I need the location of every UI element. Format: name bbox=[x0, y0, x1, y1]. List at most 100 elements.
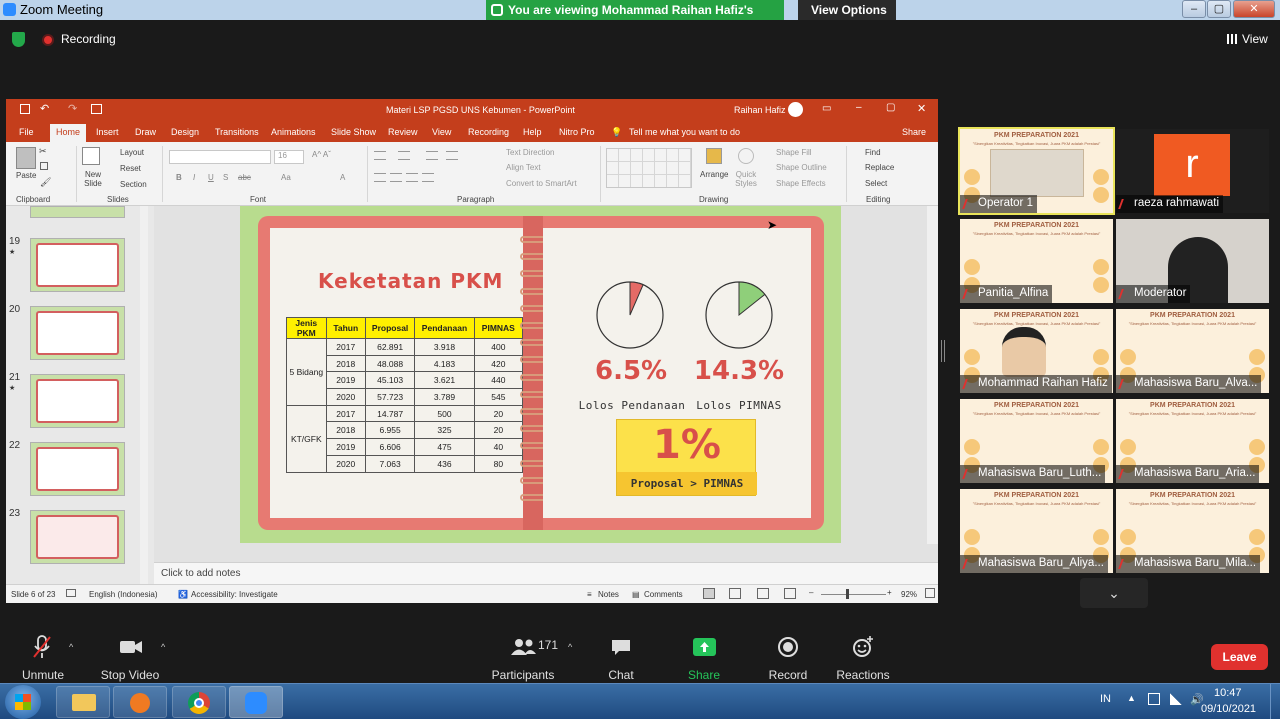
reading-view-icon[interactable] bbox=[757, 588, 769, 599]
maximize-button[interactable]: ▢ bbox=[1207, 0, 1231, 18]
tab-file[interactable]: File bbox=[19, 127, 34, 137]
minimize-button[interactable]: – bbox=[1182, 0, 1206, 18]
shadow-icon[interactable]: S bbox=[223, 173, 228, 182]
participant-tile[interactable]: PKM PREPARATION 2021 "Sinergikan Kreativi… bbox=[1116, 489, 1269, 573]
taskbar-chrome[interactable] bbox=[172, 686, 226, 718]
participant-tile[interactable]: PKM PREPARATION 2021 "Sinergikan Kreativi… bbox=[1116, 399, 1269, 483]
copy-icon[interactable] bbox=[40, 162, 48, 170]
change-case-icon[interactable]: Aa bbox=[281, 173, 291, 182]
participant-tile[interactable]: PKM PREPARATION 2021 "Sinergikan Kreativi… bbox=[960, 309, 1113, 393]
reactions-button[interactable]: Reactions bbox=[834, 668, 892, 682]
share-screen-icon[interactable] bbox=[693, 638, 716, 656]
participant-tile[interactable]: PKM PREPARATION 2021 "Sinergikan Kreativi… bbox=[1116, 309, 1269, 393]
tab-help[interactable]: Help bbox=[523, 127, 542, 137]
taskbar-zoom[interactable] bbox=[229, 686, 283, 718]
slide-thumbnail-18[interactable] bbox=[30, 206, 125, 218]
shapes-gallery[interactable] bbox=[606, 148, 692, 188]
new-slide-icon[interactable] bbox=[82, 147, 100, 165]
normal-view-icon[interactable] bbox=[703, 588, 715, 599]
view-button[interactable]: View bbox=[1242, 32, 1268, 46]
numbering-icon[interactable] bbox=[398, 151, 410, 160]
zoom-level[interactable]: 92% bbox=[901, 590, 917, 599]
justify-icon[interactable] bbox=[422, 173, 434, 182]
tab-animations[interactable]: Animations bbox=[271, 127, 316, 137]
clock-time[interactable]: 10:47 bbox=[1214, 687, 1242, 699]
start-button[interactable] bbox=[5, 685, 41, 719]
zoom-slider-thumb[interactable] bbox=[846, 589, 849, 599]
font-color-icon[interactable]: A bbox=[340, 173, 345, 182]
spelling-icon[interactable] bbox=[66, 589, 76, 597]
comments-button[interactable]: Comments bbox=[644, 590, 683, 599]
video-camera-icon[interactable] bbox=[119, 638, 142, 656]
share-button[interactable]: Share bbox=[902, 127, 926, 137]
undo-icon[interactable]: ↶ bbox=[40, 102, 49, 115]
find-button[interactable]: Find bbox=[865, 148, 881, 157]
format-painter-icon[interactable]: 🖌 bbox=[40, 177, 51, 188]
fit-slide-icon[interactable] bbox=[925, 588, 935, 598]
shape-outline-button[interactable]: Shape Outline bbox=[776, 163, 827, 172]
zoom-in-icon[interactable]: + bbox=[887, 588, 892, 597]
gallery-next-page-button[interactable]: ⌄ bbox=[1080, 578, 1148, 608]
split-handle[interactable] bbox=[941, 340, 945, 362]
chat-button[interactable]: Chat bbox=[603, 668, 639, 682]
participants-icon[interactable] bbox=[511, 638, 537, 656]
participant-tile[interactable]: Moderator bbox=[1116, 219, 1269, 303]
input-language[interactable]: IN bbox=[1100, 693, 1111, 705]
chevron-up-icon[interactable]: ^ bbox=[568, 642, 572, 652]
slide-thumbnail-20[interactable] bbox=[30, 306, 125, 360]
text-direction-button[interactable]: Text Direction bbox=[506, 148, 554, 157]
grow-font-icon[interactable]: A^ Aˇ bbox=[312, 150, 331, 159]
language-indicator[interactable]: English (Indonesia) bbox=[89, 590, 157, 599]
slide-vertical-scrollbar[interactable] bbox=[927, 206, 938, 544]
select-button[interactable]: Select bbox=[865, 179, 887, 188]
reactions-icon[interactable] bbox=[852, 636, 874, 658]
tab-design[interactable]: Design bbox=[171, 127, 199, 137]
leave-button[interactable]: Leave bbox=[1211, 644, 1268, 670]
participant-tile[interactable]: PKM PREPARATION 2021 "Sinergikan Kreativi… bbox=[960, 219, 1113, 303]
slide-thumbnail-21[interactable] bbox=[30, 374, 125, 428]
ppt-close-button[interactable]: ✕ bbox=[917, 102, 926, 115]
tray-expand-icon[interactable]: ▲ bbox=[1127, 693, 1136, 703]
replace-button[interactable]: Replace bbox=[865, 163, 894, 172]
thumbnails-scrollbar[interactable] bbox=[140, 206, 148, 584]
network-usb-icon[interactable] bbox=[1148, 693, 1160, 705]
participant-tile[interactable]: r raeza rahmawati bbox=[1116, 129, 1269, 213]
tab-home[interactable]: Home bbox=[56, 127, 80, 137]
strikethrough-icon[interactable]: abc bbox=[238, 173, 251, 182]
align-text-button[interactable]: Align Text bbox=[506, 163, 541, 172]
layout-button[interactable]: Layout bbox=[120, 148, 144, 157]
clock-date[interactable]: 09/10/2021 bbox=[1201, 703, 1256, 715]
slide-thumbnail-22[interactable] bbox=[30, 442, 125, 496]
reset-button[interactable]: Reset bbox=[120, 164, 141, 173]
arrange-icon[interactable] bbox=[706, 148, 722, 164]
align-right-icon[interactable] bbox=[406, 173, 418, 182]
quick-styles-icon[interactable] bbox=[738, 148, 754, 164]
record-button[interactable]: Record bbox=[763, 668, 813, 682]
align-left-icon[interactable] bbox=[374, 173, 386, 182]
tab-nitro-pro[interactable]: Nitro Pro bbox=[559, 127, 595, 137]
italic-icon[interactable]: I bbox=[193, 173, 195, 182]
participant-tile[interactable]: PKM PREPARATION 2021 "Sinergikan Kreativi… bbox=[960, 399, 1113, 483]
shape-effects-button[interactable]: Shape Effects bbox=[776, 179, 826, 188]
zoom-out-icon[interactable]: – bbox=[809, 588, 813, 597]
chat-icon[interactable] bbox=[611, 638, 631, 656]
tab-transitions[interactable]: Transitions bbox=[215, 127, 259, 137]
ppt-minimize-button[interactable]: – bbox=[856, 102, 862, 113]
ppt-maximize-button[interactable]: ▢ bbox=[886, 102, 895, 113]
tab-view[interactable]: View bbox=[432, 127, 451, 137]
tab-draw[interactable]: Draw bbox=[135, 127, 156, 137]
mic-muted-icon[interactable] bbox=[33, 635, 51, 659]
notes-pane[interactable]: Click to add notes bbox=[154, 562, 938, 584]
stop-video-button[interactable]: Stop Video bbox=[97, 668, 163, 682]
participant-tile[interactable]: PKM PREPARATION 2021 "Sinergikan Kreativi… bbox=[958, 127, 1115, 215]
user-avatar[interactable] bbox=[788, 102, 803, 117]
accessibility-status[interactable]: Accessibility: Investigate bbox=[191, 590, 278, 599]
zoom-slider[interactable] bbox=[821, 594, 886, 595]
underline-icon[interactable]: U bbox=[208, 173, 214, 182]
close-window-button[interactable]: ✕ bbox=[1233, 0, 1275, 18]
convert-smartart-button[interactable]: Convert to SmartArt bbox=[506, 179, 577, 188]
notes-button[interactable]: Notes bbox=[598, 590, 619, 599]
taskbar-file-explorer[interactable] bbox=[56, 686, 110, 718]
slide-sorter-icon[interactable] bbox=[729, 588, 741, 599]
paste-button[interactable]: Paste bbox=[16, 171, 36, 180]
